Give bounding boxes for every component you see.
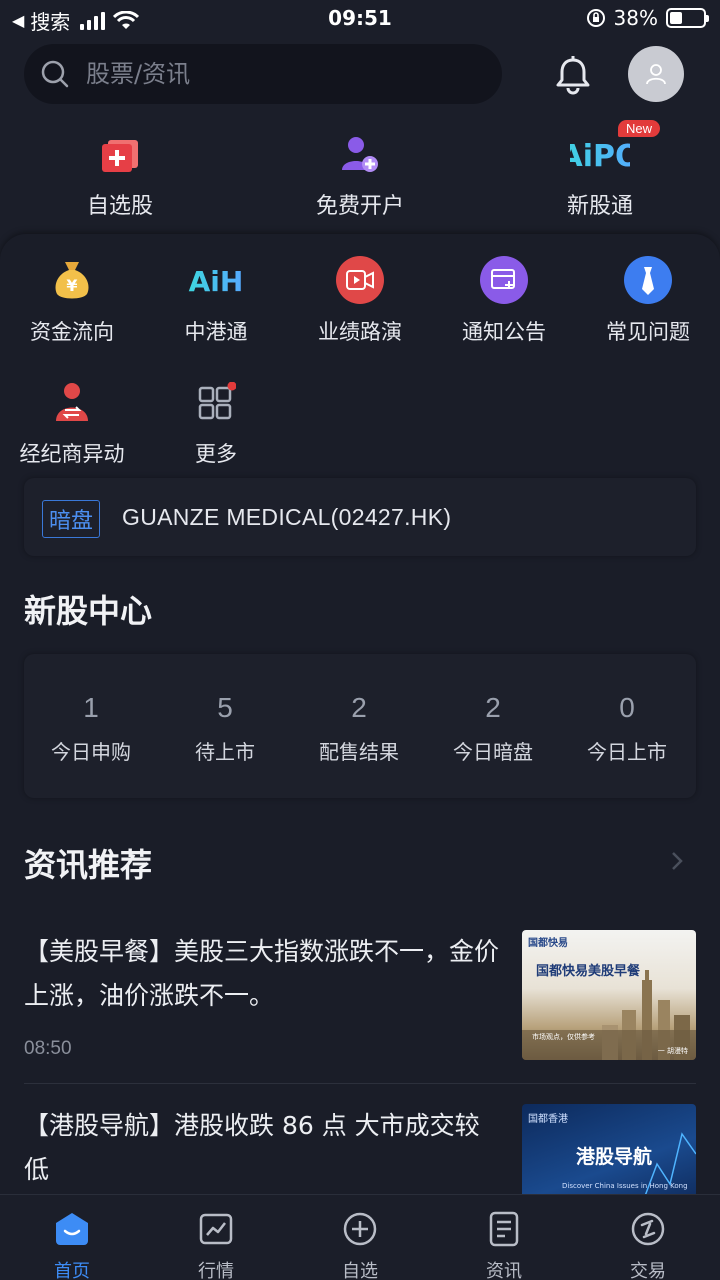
dark-pool-stock[interactable]: GUANZE MEDICAL(02427.HK) xyxy=(122,504,451,531)
news-title[interactable]: 【美股早餐】美股三大指数涨跌不一，金价上涨，油价涨跌不一。 xyxy=(24,930,504,1018)
ipo-stat-listing[interactable]: 0 今日上市 xyxy=(560,692,694,765)
ipo-stat-subscribe[interactable]: 1 今日申购 xyxy=(24,692,158,765)
grid-label: 常见问题 xyxy=(606,320,690,344)
main-panel: ¥ 资金流向 AiH 中港通 业绩路演 通知公告 常见问题 经纪商异动 更多 暗… xyxy=(0,234,720,1194)
feature-label: 新股通 xyxy=(566,194,633,219)
ipo-center-title: 新股中心 xyxy=(24,592,153,630)
avatar[interactable] xyxy=(628,46,684,102)
user-icon xyxy=(646,64,666,85)
aipo-logo-icon: AiPO xyxy=(570,139,630,174)
video-camera-icon xyxy=(336,256,384,304)
feature-watchlist[interactable]: 自选股 xyxy=(30,130,210,220)
divider xyxy=(24,1083,696,1084)
grid-broker-changes[interactable]: 经纪商异动 xyxy=(0,376,144,468)
broker-exchange-icon xyxy=(56,383,88,421)
rotation-lock-icon xyxy=(586,9,605,27)
bell-icon[interactable] xyxy=(552,54,594,96)
tab-watchlist[interactable]: 自选 xyxy=(288,1209,432,1280)
feature-label: 免费开户 xyxy=(315,194,404,219)
svg-text:¥: ¥ xyxy=(66,276,77,295)
feature-new-stock[interactable]: AiPO New 新股通 xyxy=(510,120,690,220)
tab-label: 首页 xyxy=(54,1261,90,1280)
chevron-right-icon[interactable] xyxy=(670,850,684,872)
stat-value: 2 xyxy=(485,692,501,723)
tab-label: 自选 xyxy=(342,1261,378,1280)
grid-more[interactable]: 更多 xyxy=(144,376,288,468)
svg-text:AiH: AiH xyxy=(189,265,244,298)
search-input[interactable] xyxy=(86,60,466,88)
stat-value: 2 xyxy=(351,692,367,723)
news-doc-icon xyxy=(489,1211,519,1247)
stat-label: 今日暗盘 xyxy=(453,740,533,764)
add-circle-icon xyxy=(343,1212,377,1246)
svg-text:AiPO: AiPO xyxy=(570,139,630,174)
tab-home[interactable]: 首页 xyxy=(0,1209,144,1280)
feature-label: 自选股 xyxy=(86,194,153,219)
announcement-icon xyxy=(480,256,528,304)
grid-faq[interactable]: 常见问题 xyxy=(576,254,720,346)
tab-label: 资讯 xyxy=(486,1261,522,1280)
search-bar[interactable] xyxy=(24,44,502,104)
grid-label: 更多 xyxy=(195,442,237,466)
top-features: 自选股 免费开户 AiPO New 新股通 xyxy=(0,120,720,220)
new-badge: New xyxy=(618,120,661,137)
tab-trade[interactable]: 交易 xyxy=(576,1209,720,1280)
battery-icon xyxy=(666,8,709,28)
grid-label: 资金流向 xyxy=(30,320,114,344)
battery-percent: 38% xyxy=(613,6,658,30)
chart-line-image xyxy=(644,1132,696,1194)
grid-label: 经纪商异动 xyxy=(19,442,125,466)
thumb-brand: 国都快易 xyxy=(528,938,568,949)
news-title[interactable]: 【港股导航】港股收跌 86 点 大市成交较低 xyxy=(24,1104,504,1192)
money-bag-icon: ¥ xyxy=(55,262,89,299)
stat-label: 今日申购 xyxy=(51,740,131,764)
grid-roadshow[interactable]: 业绩路演 xyxy=(288,254,432,346)
watchlist-plus-icon xyxy=(102,140,138,172)
more-grid-icon xyxy=(198,382,236,420)
market-chart-icon xyxy=(199,1213,233,1245)
stat-label: 配售结果 xyxy=(319,740,399,764)
trade-icon xyxy=(631,1212,665,1246)
stat-value: 0 xyxy=(619,692,635,723)
feature-open-account[interactable]: 免费开户 xyxy=(270,130,450,220)
grid-stock-connect[interactable]: AiH 中港通 xyxy=(144,254,288,346)
dark-pool-tag: 暗盘 xyxy=(42,500,101,538)
news-section-title: 资讯推荐 xyxy=(24,846,153,884)
news-item[interactable]: 【港股导航】港股收跌 86 点 大市成交较低 国都香港 港股导航 Discove… xyxy=(24,1104,696,1194)
tie-icon xyxy=(624,256,672,304)
ipo-stats-card: 1 今日申购 5 待上市 2 配售结果 2 今日暗盘 0 今日上市 xyxy=(24,654,696,798)
status-bar: ◀ 搜索 09:51 38% xyxy=(0,0,720,36)
grid-label: 业绩路演 xyxy=(318,320,402,344)
tab-news[interactable]: 资讯 xyxy=(432,1209,576,1280)
stat-value: 5 xyxy=(217,692,233,723)
ipo-stat-pending[interactable]: 5 待上市 xyxy=(158,692,292,765)
stat-label: 待上市 xyxy=(195,740,255,764)
search-icon xyxy=(41,60,69,88)
bottom-tab-bar: 首页 行情 自选 资讯 交易 xyxy=(0,1194,720,1280)
tab-label: 行情 xyxy=(198,1261,234,1280)
news-thumbnail[interactable]: 国都快易 国都快易美股早餐 市场观点，仅供参考 一 胡漫特 xyxy=(522,930,696,1060)
news-thumbnail[interactable]: 国都香港 港股导航 Discover China Issues in Hong … xyxy=(522,1104,696,1194)
thumb-caption: 市场观点，仅供参考 xyxy=(532,1033,595,1041)
stat-label: 今日上市 xyxy=(587,740,667,764)
grid-label: 中港通 xyxy=(184,320,248,344)
tab-label: 交易 xyxy=(630,1261,666,1280)
dark-pool-card[interactable]: 暗盘 GUANZE MEDICAL(02427.HK) xyxy=(24,478,696,556)
home-icon xyxy=(56,1213,88,1245)
aih-logo-icon: AiH xyxy=(189,265,244,298)
ipo-stat-allotment[interactable]: 2 配售结果 xyxy=(292,692,426,765)
thumb-signature: 一 胡漫特 xyxy=(657,1047,688,1055)
grid-announcements[interactable]: 通知公告 xyxy=(432,254,576,346)
open-account-icon xyxy=(342,137,378,172)
status-right: 38% xyxy=(586,6,709,30)
grid-label: 通知公告 xyxy=(462,320,546,344)
grid-fund-flow[interactable]: ¥ 资金流向 xyxy=(0,254,144,346)
stat-value: 1 xyxy=(83,692,99,723)
tab-market[interactable]: 行情 xyxy=(144,1209,288,1280)
ipo-stat-darkpool[interactable]: 2 今日暗盘 xyxy=(426,692,560,765)
news-item[interactable]: 【美股早餐】美股三大指数涨跌不一，金价上涨，油价涨跌不一。 08:50 国都快易… xyxy=(24,930,696,1070)
